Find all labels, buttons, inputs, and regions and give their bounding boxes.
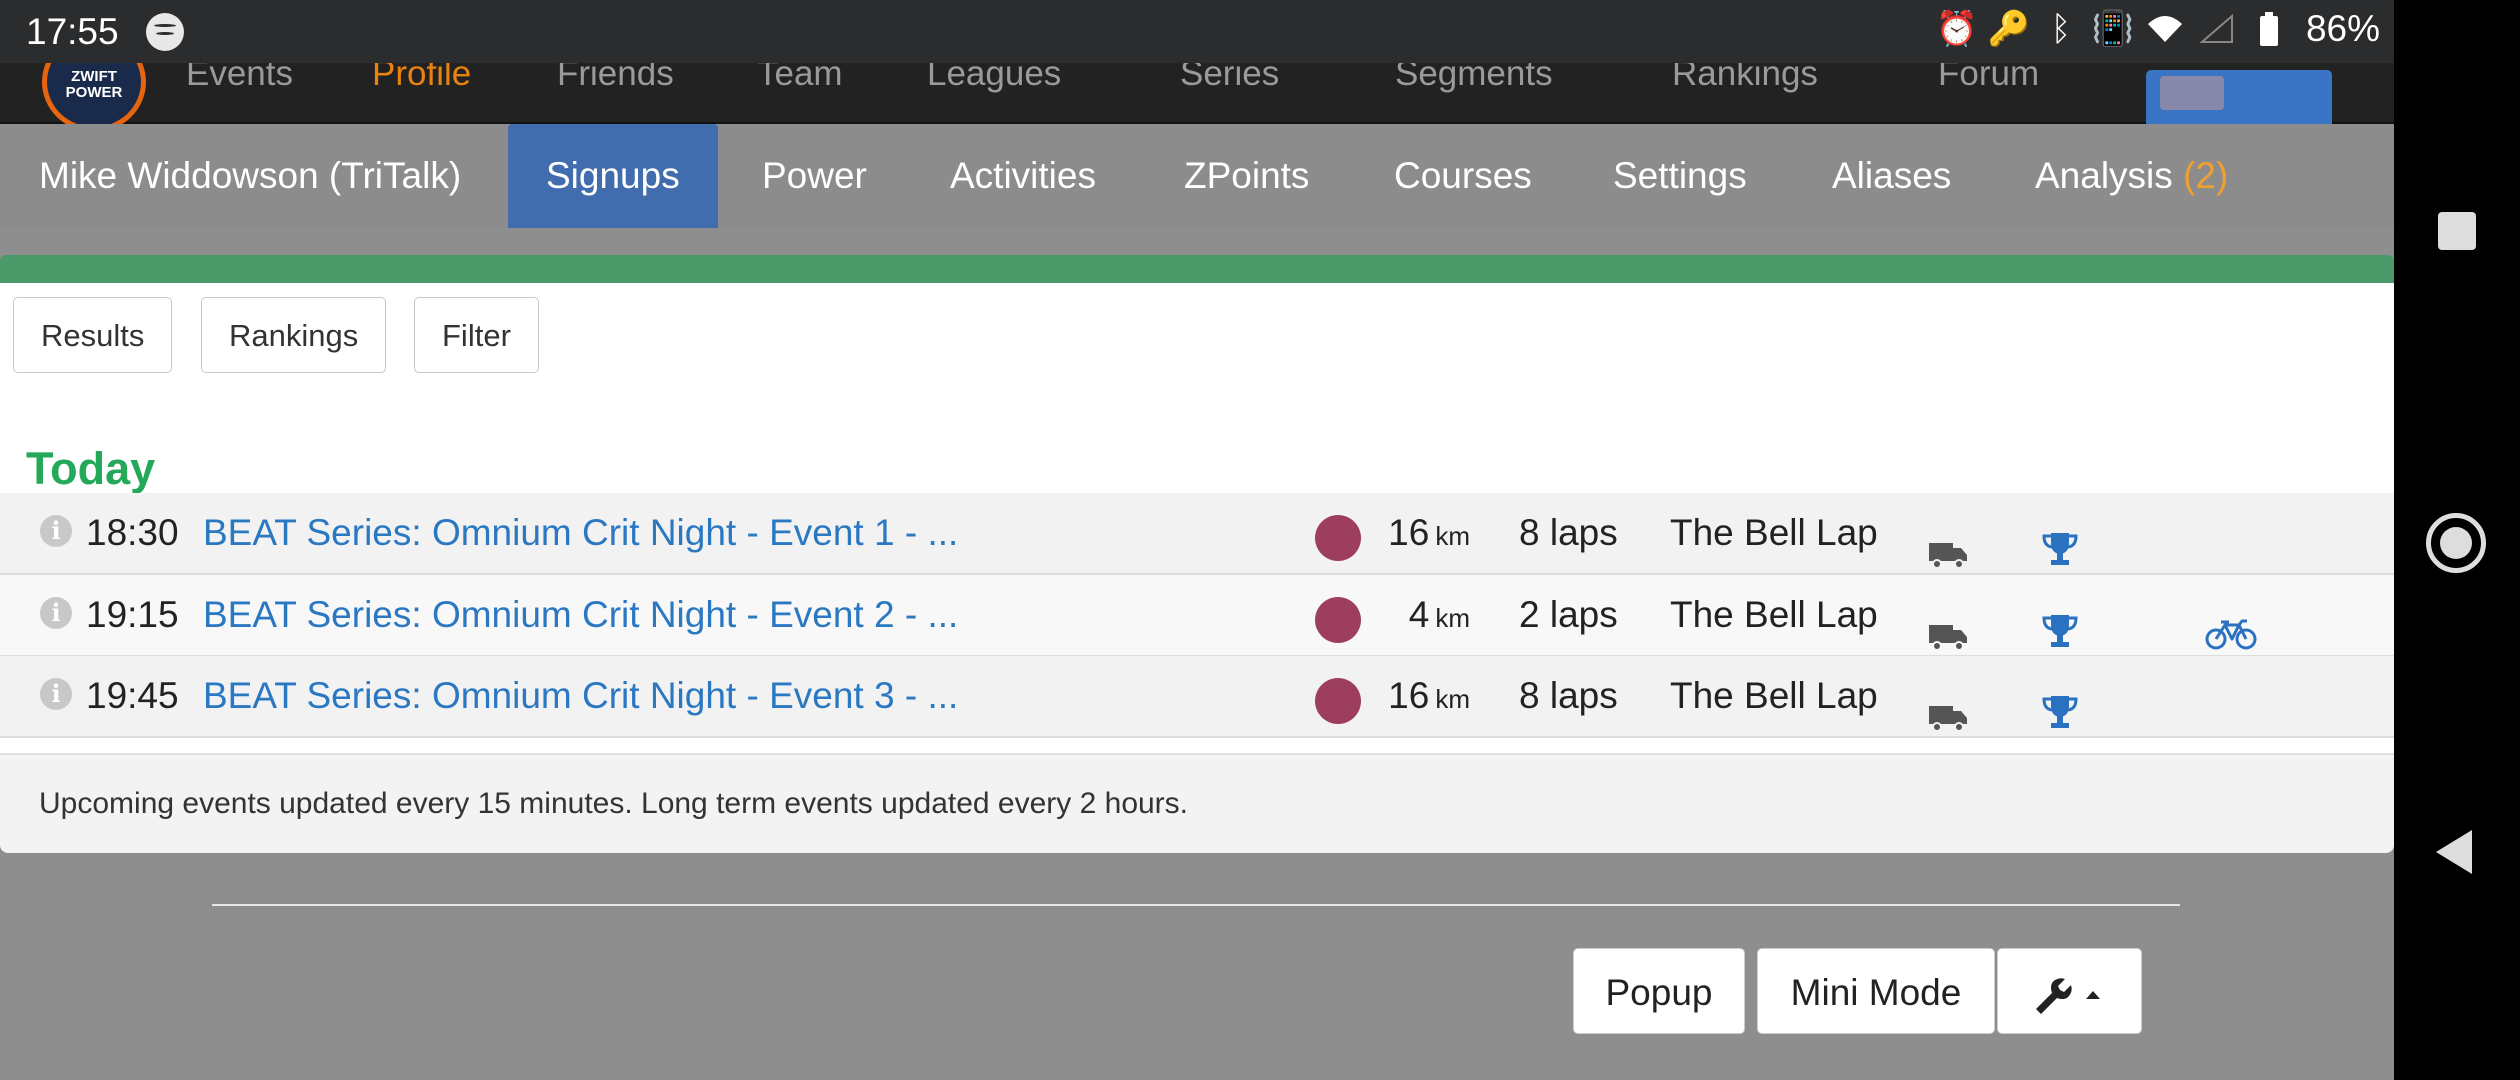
- vpn-key-icon: 🔑: [1987, 10, 2031, 48]
- status-bar: 17:55 ⏰ 🔑 ᛒ 📳 86%: [0, 0, 2394, 63]
- event-route: The Bell Lap: [1670, 512, 1878, 553]
- event-distance: 16 km: [1370, 656, 1470, 739]
- signal-icon: [2198, 10, 2236, 48]
- back-icon[interactable]: [2436, 830, 2472, 874]
- app-screen: 17:55 ⏰ 🔑 ᛒ 📳 86% ZWIFT POWER Events Pro…: [0, 0, 2394, 1080]
- battery-icon: [2250, 10, 2288, 48]
- truck-icon: [1929, 680, 1967, 732]
- profile-tabs: Mike Widdowson (TriTalk) Signups Power A…: [0, 124, 2394, 229]
- tab-analysis[interactable]: Analysis (2): [2035, 124, 2228, 228]
- table-row: i 18:30 BEAT Series: Omnium Crit Night -…: [0, 493, 2394, 575]
- filter-button[interactable]: Filter: [414, 297, 539, 373]
- update-note-text: Upcoming events updated every 15 minutes…: [39, 787, 1189, 820]
- distance-unit: km: [1435, 684, 1470, 714]
- tab-signups[interactable]: Signups: [508, 124, 718, 228]
- event-laps: 2 laps: [1519, 594, 1618, 635]
- event-distance: 16 km: [1370, 493, 1470, 576]
- status-time: 17:55: [26, 11, 119, 52]
- wrench-icon: [2035, 978, 2100, 1015]
- alarm-icon: ⏰: [1935, 10, 1979, 48]
- tab-profile-name[interactable]: Mike Widdowson (TriTalk): [39, 124, 461, 228]
- distance-unit: km: [1435, 521, 1470, 551]
- tab-courses[interactable]: Courses: [1394, 124, 1532, 228]
- tab-analysis-label: Analysis: [2035, 155, 2173, 196]
- event-time: 18:30: [86, 512, 179, 553]
- tab-analysis-count: (2): [2183, 155, 2229, 196]
- table-row: i 19:45 BEAT Series: Omnium Crit Night -…: [0, 656, 2394, 738]
- section-title-today: Today: [26, 443, 156, 494]
- avatar: [2160, 76, 2224, 110]
- mini-mode-button[interactable]: Mini Mode: [1757, 948, 1995, 1034]
- home-icon[interactable]: [2426, 513, 2486, 573]
- event-time: 19:45: [86, 675, 179, 716]
- tab-settings[interactable]: Settings: [1613, 124, 1747, 228]
- event-title-link[interactable]: BEAT Series: Omnium Crit Night - Event 3…: [203, 656, 958, 736]
- trophy-icon[interactable]: [2041, 678, 2079, 728]
- tab-zpoints[interactable]: ZPoints: [1184, 124, 1309, 228]
- event-title-link[interactable]: BEAT Series: Omnium Crit Night - Event 1…: [203, 493, 958, 573]
- distance-unit: km: [1435, 603, 1470, 633]
- bluetooth-icon: ᛒ: [2050, 9, 2072, 48]
- signups-card: Results Rankings Filter Today i 18:30 BE…: [0, 283, 2394, 853]
- status-icons: ⏰ 🔑 ᛒ 📳 86%: [1935, 8, 2380, 50]
- table-row: i 19:15 BEAT Series: Omnium Crit Night -…: [0, 575, 2394, 657]
- trophy-icon[interactable]: [2041, 515, 2079, 565]
- truck-icon: [1929, 599, 1967, 651]
- bike-icon[interactable]: [2205, 599, 2257, 650]
- divider: [212, 904, 2180, 906]
- tab-activities[interactable]: Activities: [950, 124, 1096, 228]
- tab-power[interactable]: Power: [762, 124, 867, 228]
- android-nav-bar: [2394, 0, 2520, 1080]
- event-laps: 8 laps: [1519, 675, 1618, 716]
- battery-level: 86%: [2305, 8, 2380, 49]
- distance-value: 4: [1408, 594, 1430, 635]
- event-title-link[interactable]: BEAT Series: Omnium Crit Night - Event 2…: [203, 575, 958, 655]
- event-distance: 4 km: [1370, 575, 1470, 658]
- event-laps: 8 laps: [1519, 512, 1618, 553]
- event-time: 19:15: [86, 594, 179, 635]
- tools-dropdown-button[interactable]: [1997, 948, 2142, 1034]
- distance-value: 16: [1388, 675, 1430, 716]
- truck-icon: [1929, 517, 1967, 569]
- popup-button[interactable]: Popup: [1573, 948, 1745, 1034]
- category-dot: [1315, 678, 1361, 724]
- vibrate-icon: 📳: [2091, 10, 2135, 48]
- wifi-icon: [2146, 10, 2184, 48]
- info-icon[interactable]: i: [40, 515, 72, 547]
- user-avatar-button[interactable]: [2146, 70, 2332, 132]
- update-note: Upcoming events updated every 15 minutes…: [0, 753, 2394, 853]
- distance-value: 16: [1388, 512, 1430, 553]
- tab-aliases[interactable]: Aliases: [1832, 124, 1951, 228]
- trophy-icon[interactable]: [2041, 597, 2079, 647]
- event-route: The Bell Lap: [1670, 675, 1878, 716]
- recents-icon[interactable]: [2438, 212, 2476, 250]
- spotify-icon: [146, 13, 184, 51]
- results-button[interactable]: Results: [13, 297, 173, 373]
- card-header-bar: [0, 255, 2394, 283]
- info-icon[interactable]: i: [40, 678, 72, 710]
- category-dot: [1315, 515, 1361, 561]
- category-dot: [1315, 597, 1361, 643]
- rankings-button[interactable]: Rankings: [201, 297, 387, 373]
- info-icon[interactable]: i: [40, 597, 72, 629]
- event-route: The Bell Lap: [1670, 594, 1878, 635]
